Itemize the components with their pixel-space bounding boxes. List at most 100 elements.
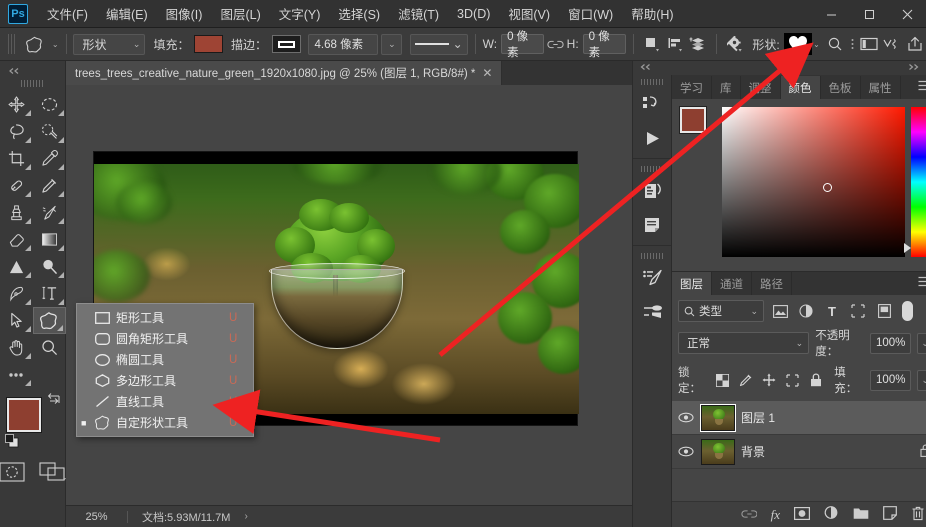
tab-libraries[interactable]: 库 [712, 76, 741, 99]
minicol-grip-2[interactable] [641, 166, 663, 172]
brush-tool[interactable] [33, 172, 66, 199]
notes-panel-icon[interactable] [633, 208, 671, 242]
fill-color-swatch[interactable] [194, 35, 223, 53]
layer-thumbnail[interactable] [700, 403, 736, 432]
adjustments-panel-icon[interactable] [633, 174, 671, 208]
eraser-tool[interactable] [0, 226, 33, 253]
lock-transparency-icon[interactable] [714, 373, 731, 387]
tab-swatches[interactable]: 色板 [820, 76, 861, 99]
opacity-dropdown[interactable]: ⌄ [917, 332, 926, 354]
panel-foreground-swatch[interactable] [679, 106, 707, 134]
flyout-item-rounded-rectangle[interactable]: 圆角矩形工具 U [77, 328, 253, 349]
link-icon[interactable] [544, 32, 567, 56]
document-tab[interactable]: trees_trees_creative_nature_green_1920x1… [66, 61, 503, 85]
table-row[interactable]: 背景 [672, 435, 926, 469]
lock-position-icon[interactable] [760, 373, 777, 387]
more-options-icon[interactable] [881, 32, 904, 56]
actions-panel-icon[interactable] [633, 121, 671, 155]
panel-menu-icon[interactable] [918, 80, 926, 94]
filter-toggle[interactable] [900, 300, 915, 322]
path-selection-tool[interactable] [0, 307, 33, 334]
heart-shape-icon[interactable] [783, 33, 813, 55]
history-brush-tool[interactable] [33, 199, 66, 226]
move-tool[interactable] [0, 91, 33, 118]
opacity-field[interactable]: 100% [870, 332, 912, 354]
canvas-stage[interactable] [66, 85, 632, 505]
hue-slider-handle[interactable] [903, 243, 911, 253]
flyout-item-rectangle[interactable]: 矩形工具 U [77, 307, 253, 328]
layer-thumbnail[interactable] [701, 438, 735, 465]
shape-preset-caret-icon[interactable]: ⌄ [813, 40, 820, 49]
stroke-width-dropdown[interactable]: ⌄ [381, 33, 403, 55]
tab-learn[interactable]: 学习 [672, 76, 712, 99]
screen-mode-icon[interactable] [38, 462, 67, 485]
tab-channels[interactable]: 通道 [712, 272, 752, 295]
custom-shape-tool[interactable] [32, 307, 66, 334]
tab-paths[interactable]: 路径 [752, 272, 792, 295]
path-alignment-icon[interactable] [663, 32, 686, 56]
menu-image[interactable]: 图像(I) [157, 0, 212, 27]
brushes-panel-icon[interactable] [633, 295, 671, 329]
toolbar-collapse-button[interactable] [0, 63, 65, 78]
lock-image-icon[interactable] [737, 373, 754, 387]
gear-icon[interactable] [724, 32, 747, 56]
blur-tool[interactable] [0, 253, 33, 280]
menu-window[interactable]: 窗口(W) [559, 0, 622, 27]
color-field-cursor[interactable] [823, 183, 832, 192]
filter-smart-object-icon[interactable] [874, 304, 894, 318]
dock-expand-right-icon[interactable] [907, 63, 920, 73]
fill-dropdown[interactable]: ⌄ [917, 369, 926, 391]
tab-layers[interactable]: 图层 [672, 272, 712, 295]
menu-file[interactable]: 文件(F) [38, 0, 97, 27]
close-icon[interactable]: ✕ [482, 66, 492, 80]
spot-healing-tool[interactable] [0, 172, 33, 199]
menu-edit[interactable]: 编辑(E) [97, 0, 157, 27]
menu-select[interactable]: 选择(S) [329, 0, 389, 27]
close-button[interactable] [888, 0, 926, 28]
swap-colors-icon[interactable] [47, 392, 61, 408]
status-expand-icon[interactable]: › [244, 511, 247, 522]
gradient-tool[interactable] [33, 226, 66, 253]
eyedropper-tool[interactable] [33, 145, 66, 172]
tab-color[interactable]: 颜色 [780, 76, 821, 99]
toolbar-grip[interactable] [20, 80, 45, 87]
menu-help[interactable]: 帮助(H) [622, 0, 682, 27]
blend-mode-select[interactable]: 正常 ⌄ [678, 332, 810, 354]
type-tool[interactable] [33, 280, 66, 307]
flyout-item-polygon[interactable]: 多边形工具 U [77, 370, 253, 391]
menu-type[interactable]: 文字(Y) [270, 0, 330, 27]
stroke-color-swatch[interactable] [272, 35, 301, 53]
menu-layer[interactable]: 图层(L) [211, 0, 269, 27]
table-row[interactable]: 图层 1 [672, 401, 926, 435]
marquee-tool[interactable] [33, 91, 66, 118]
menu-filter[interactable]: 滤镜(T) [389, 0, 448, 27]
foreground-color-swatch[interactable] [5, 397, 42, 433]
menu-3d[interactable]: 3D(D) [448, 3, 499, 25]
layer-mask-icon[interactable] [793, 506, 810, 523]
filter-pixel-icon[interactable] [770, 304, 790, 318]
filter-shape-icon[interactable] [848, 304, 868, 318]
options-bar-grip[interactable] [8, 34, 15, 54]
delete-layer-icon[interactable] [911, 506, 925, 524]
link-layers-icon[interactable] [741, 508, 758, 522]
pen-tool[interactable] [0, 280, 33, 307]
maximize-button[interactable] [850, 0, 888, 28]
layer-filter-select[interactable]: 类型 ⌄ [678, 300, 764, 322]
filter-adjustment-icon[interactable] [796, 304, 816, 318]
flyout-item-custom-shape[interactable]: ■ 自定形状工具 U [77, 412, 253, 433]
menu-view[interactable]: 视图(V) [499, 0, 559, 27]
default-colors-icon[interactable] [4, 434, 19, 448]
adjustment-layer-icon[interactable] [824, 506, 839, 523]
search-icon[interactable] [824, 32, 847, 56]
tool-preset-caret-icon[interactable]: ⌄ [52, 40, 59, 49]
stroke-style-select[interactable]: ⌄ [410, 33, 468, 55]
brush-settings-icon[interactable] [633, 261, 671, 295]
lasso-tool[interactable] [0, 118, 33, 145]
height-field[interactable]: 0 像素 [582, 31, 626, 59]
clone-stamp-tool[interactable] [0, 199, 33, 226]
panel-menu-icon[interactable] [918, 276, 926, 290]
zoom-level[interactable]: 25% [66, 510, 128, 523]
edit-toolbar-button[interactable] [0, 361, 33, 388]
hand-tool[interactable] [0, 334, 33, 361]
layer-visibility-icon[interactable] [677, 446, 695, 457]
